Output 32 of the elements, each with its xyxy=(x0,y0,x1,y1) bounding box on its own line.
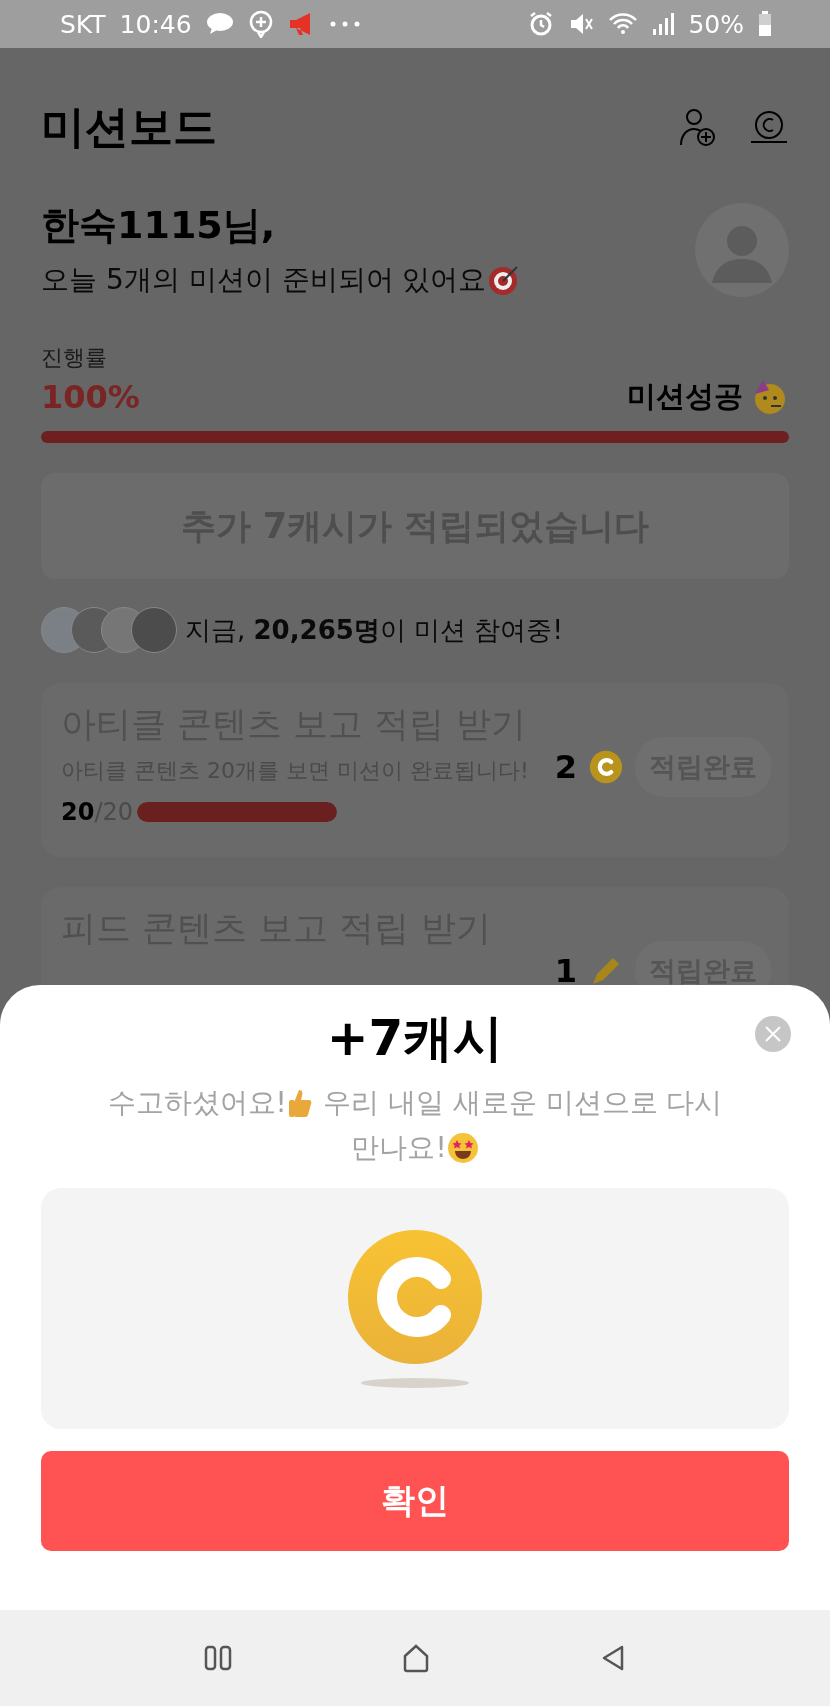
sheet-message: 우리 내일 새로운 미션으로 다시 xyxy=(322,1085,723,1121)
add-user-icon[interactable] xyxy=(679,107,717,147)
target-icon xyxy=(488,264,521,296)
clock: 10:46 xyxy=(119,9,192,39)
reward-amount: 1 xyxy=(554,952,577,990)
participants-text: 지금, 20,265명이 미션 참여중! xyxy=(185,613,563,647)
battery-icon xyxy=(758,11,772,37)
sheet-message: 만나요! xyxy=(351,1130,447,1166)
sheet-message: 수고하셨어요! xyxy=(107,1085,287,1121)
recent-apps-icon[interactable] xyxy=(204,1645,233,1671)
signal-icon xyxy=(652,12,675,36)
plus-bubble-icon xyxy=(247,10,274,38)
mission-message: 오늘 5개의 미션이 준비되어 있어요 xyxy=(41,262,487,298)
wifi-icon xyxy=(608,12,639,36)
reward-amount: 2 xyxy=(554,748,577,786)
carrier: SKT xyxy=(60,9,106,39)
chat-bubble-icon xyxy=(205,12,234,36)
home-icon[interactable] xyxy=(401,1643,431,1673)
page-title: 미션보드 xyxy=(41,99,218,154)
progress-label: 진행률 xyxy=(41,344,108,372)
battery-percent: 50% xyxy=(688,9,744,39)
mute-icon xyxy=(568,11,595,37)
coin-icon[interactable] xyxy=(749,110,789,144)
confirm-button[interactable]: 확인 xyxy=(41,1451,789,1551)
star-eyes-face-icon xyxy=(446,1131,479,1164)
more-icon xyxy=(329,21,360,27)
mission-success: 미션성공 xyxy=(627,378,743,415)
thumbs-up-icon xyxy=(286,1087,313,1118)
coin-icon xyxy=(589,750,623,784)
user-greeting: 한숙1115님, xyxy=(41,202,277,249)
close-icon xyxy=(764,1025,782,1043)
progress-value: 100% xyxy=(41,378,140,416)
